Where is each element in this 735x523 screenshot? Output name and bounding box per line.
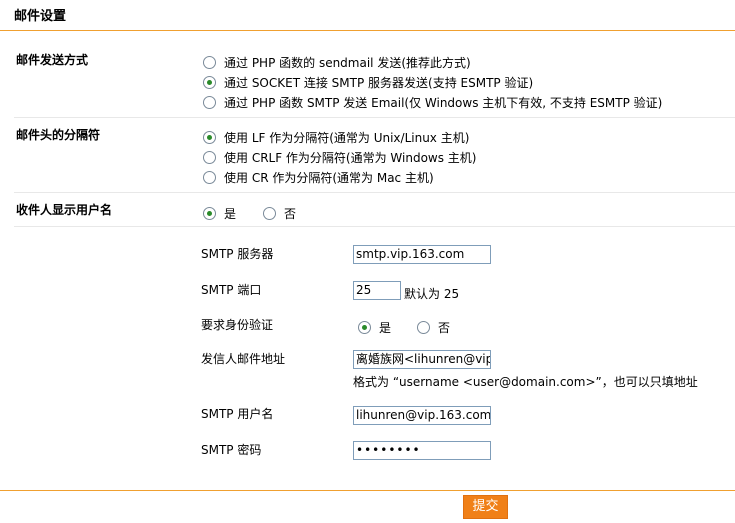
smtp-port-label: SMTP 端口 <box>201 283 262 297</box>
radio-button[interactable] <box>203 56 216 69</box>
smtp-server-label: SMTP 服务器 <box>201 247 274 261</box>
auth-yes[interactable]: 是 <box>358 319 391 336</box>
auth-no[interactable]: 否 <box>417 319 450 336</box>
option-label: 通过 PHP 函数的 sendmail 发送(推荐此方式) <box>224 56 471 70</box>
title-divider <box>0 30 735 31</box>
send-method-option-php-smtp[interactable]: 通过 PHP 函数 SMTP 发送 Email(仅 Windows 主机下有效,… <box>203 94 662 111</box>
option-label: 否 <box>284 207 297 221</box>
show-username-no[interactable]: 否 <box>263 205 296 222</box>
page-title: 邮件设置 <box>14 9 67 24</box>
footer-divider <box>0 490 735 491</box>
separator-option-cr[interactable]: 使用 CR 作为分隔符(通常为 Mac 主机) <box>203 169 434 186</box>
radio-button[interactable] <box>203 207 216 220</box>
radio-button[interactable] <box>263 207 276 220</box>
smtp-password-input[interactable]: •••••••• <box>353 441 491 460</box>
radio-button[interactable] <box>203 76 216 89</box>
section-divider <box>14 226 735 227</box>
option-label: 是 <box>379 321 392 335</box>
submit-button[interactable]: 提交 <box>463 495 508 519</box>
send-method-option-sendmail[interactable]: 通过 PHP 函数的 sendmail 发送(推荐此方式) <box>203 54 471 71</box>
header-separator-label: 邮件头的分隔符 <box>16 128 101 142</box>
radio-button[interactable] <box>203 96 216 109</box>
from-address-hint: 格式为 “username <user@domain.com>”，也可以只填地址 <box>353 375 698 389</box>
show-username-label: 收件人显示用户名 <box>16 203 113 217</box>
option-label: 否 <box>438 321 451 335</box>
smtp-password-label: SMTP 密码 <box>201 443 262 457</box>
auth-label: 要求身份验证 <box>201 318 274 332</box>
option-label: 使用 CRLF 作为分隔符(通常为 Windows 主机) <box>224 151 477 165</box>
option-label: 使用 LF 作为分隔符(通常为 Unix/Linux 主机) <box>224 131 470 145</box>
show-username-yes[interactable]: 是 <box>203 205 236 222</box>
separator-option-crlf[interactable]: 使用 CRLF 作为分隔符(通常为 Windows 主机) <box>203 149 477 166</box>
section-divider <box>14 117 735 118</box>
smtp-username-label: SMTP 用户名 <box>201 407 274 421</box>
send-method-label: 邮件发送方式 <box>16 53 89 67</box>
option-label: 通过 PHP 函数 SMTP 发送 Email(仅 Windows 主机下有效,… <box>224 96 663 110</box>
from-address-label: 发信人邮件地址 <box>201 352 286 366</box>
option-label: 是 <box>224 207 237 221</box>
smtp-port-input[interactable]: 25 <box>353 281 401 300</box>
option-label: 使用 CR 作为分隔符(通常为 Mac 主机) <box>224 171 434 185</box>
smtp-username-input[interactable]: lihunren@vip.163.com <box>353 406 491 425</box>
separator-option-lf[interactable]: 使用 LF 作为分隔符(通常为 Unix/Linux 主机) <box>203 129 469 146</box>
radio-button[interactable] <box>203 151 216 164</box>
send-method-option-socket[interactable]: 通过 SOCKET 连接 SMTP 服务器发送(支持 ESMTP 验证) <box>203 74 533 91</box>
smtp-server-input[interactable]: smtp.vip.163.com <box>353 245 491 264</box>
radio-button[interactable] <box>203 131 216 144</box>
radio-button[interactable] <box>358 321 371 334</box>
option-label: 通过 SOCKET 连接 SMTP 服务器发送(支持 ESMTP 验证) <box>224 76 534 90</box>
from-address-input[interactable]: 离婚族网<lihunren@vip.163.com> <box>353 350 491 369</box>
section-divider <box>14 192 735 193</box>
smtp-port-hint: 默认为 25 <box>404 287 460 301</box>
radio-button[interactable] <box>203 171 216 184</box>
radio-button[interactable] <box>417 321 430 334</box>
